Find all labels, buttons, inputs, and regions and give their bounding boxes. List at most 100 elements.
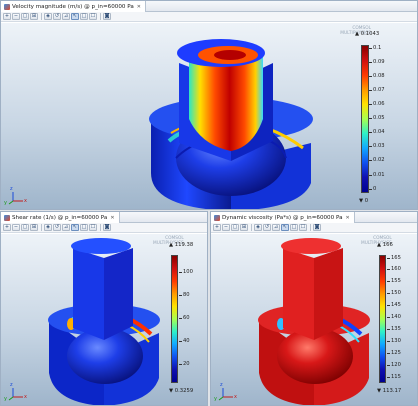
camera-icon[interactable]: ◙ [313, 224, 321, 231]
color-bar-tick-label: 40 [179, 337, 190, 344]
zoom-extents-icon[interactable]: ⊞ [30, 13, 38, 20]
axis-triad: z x y [4, 186, 29, 206]
velocity-geometry [149, 39, 313, 209]
zoom-out-icon[interactable]: − [222, 224, 230, 231]
toolbar-separator [41, 13, 42, 20]
xy-view-icon[interactable]: ⊿ [62, 224, 70, 231]
default-view-icon[interactable]: ↺ [53, 224, 61, 231]
velocity-color-bar [361, 45, 369, 193]
tab-velocity-title: Velocity magnitude (m/s) @ p_in=60000 Pa [12, 3, 134, 10]
zoom-out-icon[interactable]: − [12, 13, 20, 20]
color-bar-tick-label: 165 [387, 254, 401, 261]
close-icon[interactable]: ✕ [346, 215, 350, 221]
close-icon[interactable]: ✕ [110, 215, 114, 221]
comsol-results-window: Velocity magnitude (m/s) @ p_in=60000 Pa… [0, 0, 418, 406]
zoom-in-icon[interactable]: + [3, 224, 11, 231]
velocity-range-min: ▼ 0 [359, 198, 369, 204]
toolbar-separator [251, 224, 252, 231]
color-bar-tick-label: 0.04 [369, 129, 385, 136]
tab-velocity-magnitude[interactable]: Velocity magnitude (m/s) @ p_in=60000 Pa… [1, 1, 146, 12]
zoom-box-icon[interactable]: ▢ [231, 224, 239, 231]
zoom-out-icon[interactable]: − [12, 224, 20, 231]
select-icon[interactable]: ↖ [281, 224, 289, 231]
inlet-cut-right [104, 248, 133, 340]
zoom-box-icon[interactable]: ▢ [21, 13, 29, 20]
velocity-range-max: ▲ 0.1043 [355, 31, 380, 37]
color-bar-tick-label: 145 [387, 302, 401, 309]
inlet-top-face [281, 238, 341, 254]
camera-icon[interactable]: ◙ [103, 224, 111, 231]
inlet-cut-right [314, 248, 343, 340]
color-bar-tick-label: 0.06 [369, 101, 385, 108]
plot-group-icon [214, 214, 220, 221]
axis-z-label: z [220, 382, 223, 388]
transparency-icon[interactable]: □ [80, 224, 88, 231]
tab-shear-title: Shear rate (1/s) @ p_in=60000 Pa [12, 214, 108, 221]
xy-view-icon[interactable]: ⊿ [272, 224, 280, 231]
shear-color-legend: ▲ 119.38 100 80 60 40 20 ▼ 0.3259 [169, 242, 205, 405]
zoom-in-icon[interactable]: + [3, 13, 11, 20]
default-view-icon[interactable]: ↺ [263, 224, 271, 231]
graphics-canvas[interactable]: COMSOL MULTIPHYSICS [1, 234, 207, 405]
zoom-box-icon[interactable]: ▢ [21, 224, 29, 231]
toolbar-separator [310, 224, 311, 231]
viscosity-tab-bar: Dynamic viscosity (Pa*s) @ p_in=60000 Pa… [211, 212, 417, 223]
color-bar-tick-label: 0 [368, 185, 377, 192]
axis-x-label: x [234, 394, 237, 400]
color-bar-tick-label: 115 [387, 373, 401, 380]
toolbar-separator [100, 13, 101, 20]
color-bar-tick-label: 125 [387, 349, 401, 356]
inlet-cut-left [73, 248, 104, 340]
xy-view-icon[interactable]: ⊿ [62, 13, 70, 20]
inlet-top-face [71, 238, 131, 254]
color-bar-tick-label: 0.08 [369, 73, 385, 80]
inlet-cut-left [283, 248, 314, 340]
zoom-extents-icon[interactable]: ⊞ [30, 224, 38, 231]
go-to-view-icon[interactable]: ◈ [44, 224, 52, 231]
viscosity-color-legend: ▲ 166 165 160 155 150 145 140 135 130 125 120 115 … [377, 242, 415, 405]
tab-dynamic-viscosity[interactable]: Dynamic viscosity (Pa*s) @ p_in=60000 Pa… [211, 212, 355, 223]
axis-z-label: z [10, 382, 13, 388]
velocity-plot-panel: Velocity magnitude (m/s) @ p_in=60000 Pa… [0, 0, 418, 210]
axis-triad: z x y [4, 382, 29, 402]
camera-icon[interactable]: ◙ [103, 13, 111, 20]
go-to-view-icon[interactable]: ◈ [254, 224, 262, 231]
axis-y-label: y [214, 396, 217, 402]
color-bar-tick-label: 0.1 [368, 44, 382, 51]
graphics-toolbar: + − ▢ ⊞ ◈ ↺ ⊿ ↖ □ ☐ ◙ [211, 223, 417, 233]
default-view-icon[interactable]: ↺ [53, 13, 61, 20]
tab-shear-rate[interactable]: Shear rate (1/s) @ p_in=60000 Pa ✕ [1, 212, 120, 223]
shear-color-bar [171, 255, 178, 383]
shear-tab-bar: Shear rate (1/s) @ p_in=60000 Pa ✕ [1, 212, 207, 223]
graphics-canvas[interactable]: COMSOL MULTIPHYSICS [1, 23, 417, 209]
zoom-in-icon[interactable]: + [213, 224, 221, 231]
axis-triad: z x y [214, 382, 239, 402]
go-to-view-icon[interactable]: ◈ [44, 13, 52, 20]
select-icon[interactable]: ↖ [71, 13, 79, 20]
color-bar-tick-label: 80 [179, 291, 190, 298]
shear-range-min: ▼ 0.3259 [169, 388, 194, 394]
viscosity-color-bar [379, 255, 386, 383]
transparency-icon[interactable]: □ [80, 13, 88, 20]
scene-light-icon[interactable]: ☐ [89, 224, 97, 231]
shear-range-max: ▲ 119.38 [169, 242, 194, 248]
transparency-icon[interactable]: □ [290, 224, 298, 231]
toolbar-separator [41, 224, 42, 231]
scene-light-icon[interactable]: ☐ [89, 13, 97, 20]
scene-light-icon[interactable]: ☐ [299, 224, 307, 231]
color-bar-tick-label: 0.07 [369, 87, 385, 94]
color-bar-tick-label: 60 [179, 314, 190, 321]
graphics-canvas[interactable]: COMSOL MULTIPHYSICS [211, 234, 417, 405]
inlet-jet-core [214, 50, 246, 60]
viscosity-range-max: ▲ 166 [377, 242, 393, 248]
color-bar-tick-label: 100 [179, 268, 193, 275]
plot-group-icon [4, 3, 10, 10]
color-bar-tick-label: 140 [387, 314, 401, 321]
velocity-color-legend: ▲ 0.1043 0.1 0.09 0.08 0.07 0.06 0.05 0.04 0.03… [355, 31, 395, 209]
color-bar-tick-label: 0.01 [369, 171, 385, 178]
color-bar-tick-label: 135 [387, 325, 401, 332]
close-icon[interactable]: ✕ [137, 4, 141, 10]
graphics-toolbar: + − ▢ ⊞ ◈ ↺ ⊿ ↖ □ ☐ ◙ [1, 12, 417, 22]
zoom-extents-icon[interactable]: ⊞ [240, 224, 248, 231]
select-icon[interactable]: ↖ [71, 224, 79, 231]
